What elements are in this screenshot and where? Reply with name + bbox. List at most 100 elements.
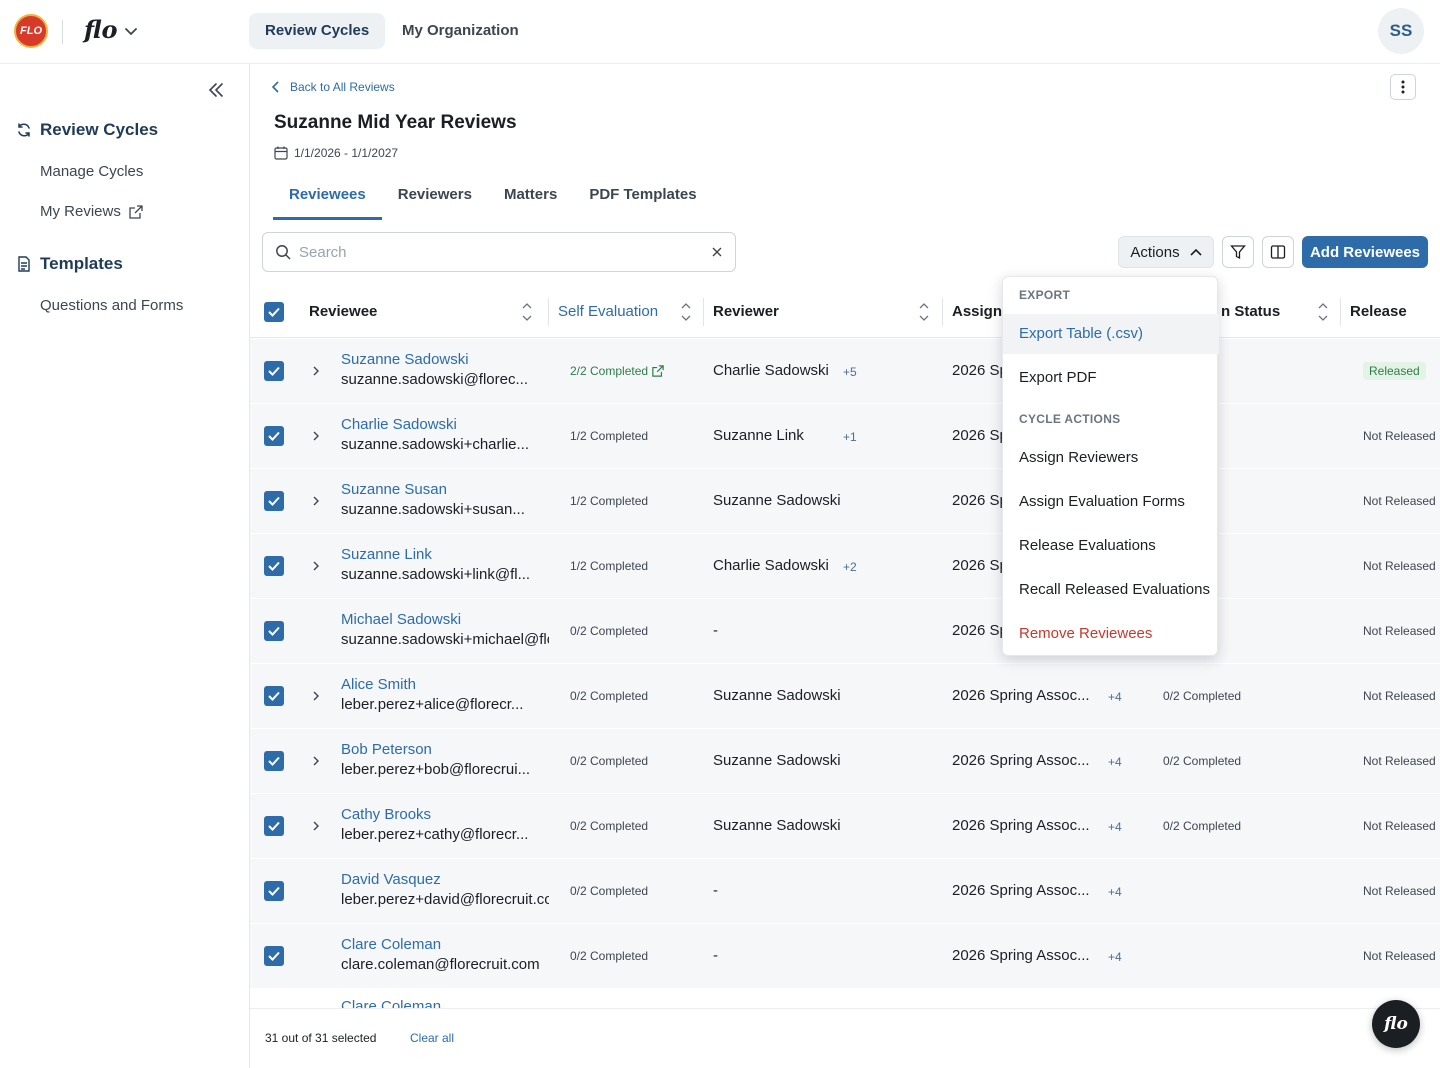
tab-reviewees[interactable]: Reviewees <box>273 176 382 220</box>
flo-assistant-button[interactable]: flo <box>1372 1000 1420 1048</box>
expand-row-icon[interactable] <box>310 690 322 702</box>
row-checkbox[interactable] <box>264 426 284 446</box>
tab-reviewers[interactable]: Reviewers <box>382 176 488 220</box>
clear-search-icon[interactable] <box>711 246 723 258</box>
top-tab-my-organization[interactable]: My Organization <box>386 13 535 49</box>
select-all-checkbox[interactable] <box>264 302 284 322</box>
assigned-extra-count[interactable]: +4 <box>1108 885 1122 899</box>
reviewer-extra-count[interactable]: +1 <box>843 430 857 444</box>
reviewee-name[interactable]: Suzanne Susan <box>341 481 447 498</box>
table-row[interactable]: Alice Smith leber.perez+alice@florecr... 0… <box>250 664 1440 729</box>
table-row[interactable]: Cathy Brooks leber.perez+cathy@florecr...… <box>250 794 1440 859</box>
brand-logo-badge[interactable]: FLO <box>14 14 48 48</box>
reviewer-extra-count[interactable]: +5 <box>843 365 857 379</box>
column-header-reviewee[interactable]: Reviewee <box>309 286 377 338</box>
row-checkbox[interactable] <box>264 491 284 511</box>
reviewer-name: Charlie Sadowski <box>713 362 829 379</box>
column-header-release-status[interactable]: Release Statu <box>1350 286 1440 372</box>
row-checkbox[interactable] <box>264 751 284 771</box>
assigned-extra-count[interactable]: +4 <box>1108 690 1122 704</box>
expand-row-icon[interactable] <box>310 820 322 832</box>
chevron-down-icon[interactable] <box>122 22 140 40</box>
column-header-self-evaluation[interactable]: Self Evaluation <box>558 286 658 338</box>
reviewee-name[interactable]: Michael Sadowski <box>341 611 461 628</box>
brand-badge-text: FLO <box>20 25 42 37</box>
row-checkbox[interactable] <box>264 361 284 381</box>
tab-matters[interactable]: Matters <box>488 176 573 220</box>
row-checkbox[interactable] <box>264 881 284 901</box>
expand-row-icon[interactable] <box>310 755 322 767</box>
add-reviewees-button[interactable]: Add Reviewees <box>1302 236 1428 268</box>
row-checkbox[interactable] <box>264 621 284 641</box>
user-avatar[interactable]: SS <box>1378 8 1424 54</box>
table-row[interactable]: Clare Coleman clare.coleman@florecruit.co… <box>250 924 1440 989</box>
sidebar-section-templates[interactable]: Templates <box>16 254 123 274</box>
reviewee-email: suzanne.sadowski+link@fl... <box>341 566 531 583</box>
sidebar-item-questions-forms[interactable]: Questions and Forms <box>40 297 183 314</box>
expand-row-icon[interactable] <box>310 495 322 507</box>
table-row-partial[interactable]: Clare Coleman <box>341 998 441 1008</box>
logo-divider <box>62 20 63 44</box>
assigned-form: 2026 Sp <box>952 557 1008 574</box>
expand-row-icon[interactable] <box>310 560 322 572</box>
menu-item-assign-reviewers[interactable]: Assign Reviewers <box>1003 438 1219 478</box>
reviewee-name[interactable]: David Vasquez <box>341 871 441 888</box>
assigned-extra-count[interactable]: +4 <box>1108 950 1122 964</box>
expand-row-icon[interactable] <box>310 430 322 442</box>
filter-button[interactable] <box>1222 236 1254 268</box>
menu-item-remove-reviewees[interactable]: Remove Reviewees <box>1003 614 1219 654</box>
sort-icon[interactable] <box>918 300 930 324</box>
table-row[interactable]: Bob Peterson leber.perez+bob@florecrui...… <box>250 729 1440 794</box>
self-evaluation-status: 0/2 Completed <box>570 624 648 638</box>
table-row[interactable]: Suzanne Link suzanne.sadowski+link@fl... 1… <box>250 534 1440 599</box>
checkmark-icon <box>268 561 280 571</box>
row-checkbox[interactable] <box>264 816 284 836</box>
row-checkbox[interactable] <box>264 556 284 576</box>
top-tab-review-cycles[interactable]: Review Cycles <box>249 13 386 49</box>
tab-pdf-templates[interactable]: PDF Templates <box>573 176 712 220</box>
column-header-evaluation-status[interactable]: n Status <box>1221 286 1280 338</box>
reviewee-name[interactable]: Bob Peterson <box>341 741 432 758</box>
menu-item-export-pdf[interactable]: Export PDF <box>1003 358 1219 398</box>
clear-all-link[interactable]: Clear all <box>410 1031 454 1045</box>
table-row[interactable]: Charlie Sadowski suzanne.sadowski+charlie… <box>250 404 1440 469</box>
table-row[interactable]: Michael Sadowski suzanne.sadowski+michael… <box>250 599 1440 664</box>
assigned-extra-count[interactable]: +4 <box>1108 820 1122 834</box>
actions-button[interactable]: Actions <box>1118 236 1214 268</box>
reviewee-name[interactable]: Suzanne Sadowski <box>341 351 469 368</box>
column-header-reviewer[interactable]: Reviewer <box>713 286 779 338</box>
reviewee-name[interactable]: Charlie Sadowski <box>341 416 457 433</box>
brand-name[interactable]: flo <box>84 15 117 44</box>
reviewee-name[interactable]: Clare Coleman <box>341 936 441 953</box>
row-checkbox[interactable] <box>264 686 284 706</box>
sidebar-item-my-reviews[interactable]: My Reviews <box>40 203 143 220</box>
column-divider <box>942 298 943 326</box>
menu-item-release-evaluations[interactable]: Release Evaluations <box>1003 526 1219 566</box>
search-input[interactable]: Search <box>262 232 736 272</box>
sidebar-item-manage-cycles[interactable]: Manage Cycles <box>40 163 143 180</box>
reviewer-extra-count[interactable]: +2 <box>843 560 857 574</box>
reviewer-name: Suzanne Link <box>713 427 804 444</box>
menu-item-export-csv[interactable]: Export Table (.csv) <box>1003 314 1219 354</box>
table-row[interactable]: David Vasquez leber.perez+david@florecrui… <box>250 859 1440 924</box>
expand-row-icon[interactable] <box>310 365 322 377</box>
reviewee-name[interactable]: Suzanne Link <box>341 546 432 563</box>
menu-item-assign-evaluation-forms[interactable]: Assign Evaluation Forms <box>1003 482 1219 522</box>
sort-icon[interactable] <box>1317 300 1329 324</box>
row-checkbox[interactable] <box>264 946 284 966</box>
collapse-sidebar-icon[interactable] <box>204 78 228 102</box>
table-row[interactable]: Suzanne Sadowski suzanne.sadowski@florec.… <box>250 339 1440 404</box>
more-options-button[interactable] <box>1390 74 1416 100</box>
back-to-all-reviews-link[interactable]: Back to All Reviews <box>272 80 395 94</box>
menu-item-recall-released-evaluations[interactable]: Recall Released Evaluations <box>1003 570 1219 610</box>
self-evaluation-status[interactable]: 2/2 Completed <box>570 364 664 378</box>
table-row[interactable]: Suzanne Susan suzanne.sadowski+susan... 1/… <box>250 469 1440 534</box>
reviewee-name[interactable]: Cathy Brooks <box>341 806 431 823</box>
sidebar-section-review-cycles[interactable]: Review Cycles <box>16 120 158 140</box>
reviewee-name[interactable]: Alice Smith <box>341 676 416 693</box>
sort-icon[interactable] <box>680 300 692 324</box>
assigned-extra-count[interactable]: +4 <box>1108 755 1122 769</box>
self-evaluation-text: 1/2 Completed <box>570 429 649 443</box>
columns-button[interactable] <box>1262 236 1294 268</box>
sort-icon[interactable] <box>521 300 533 324</box>
